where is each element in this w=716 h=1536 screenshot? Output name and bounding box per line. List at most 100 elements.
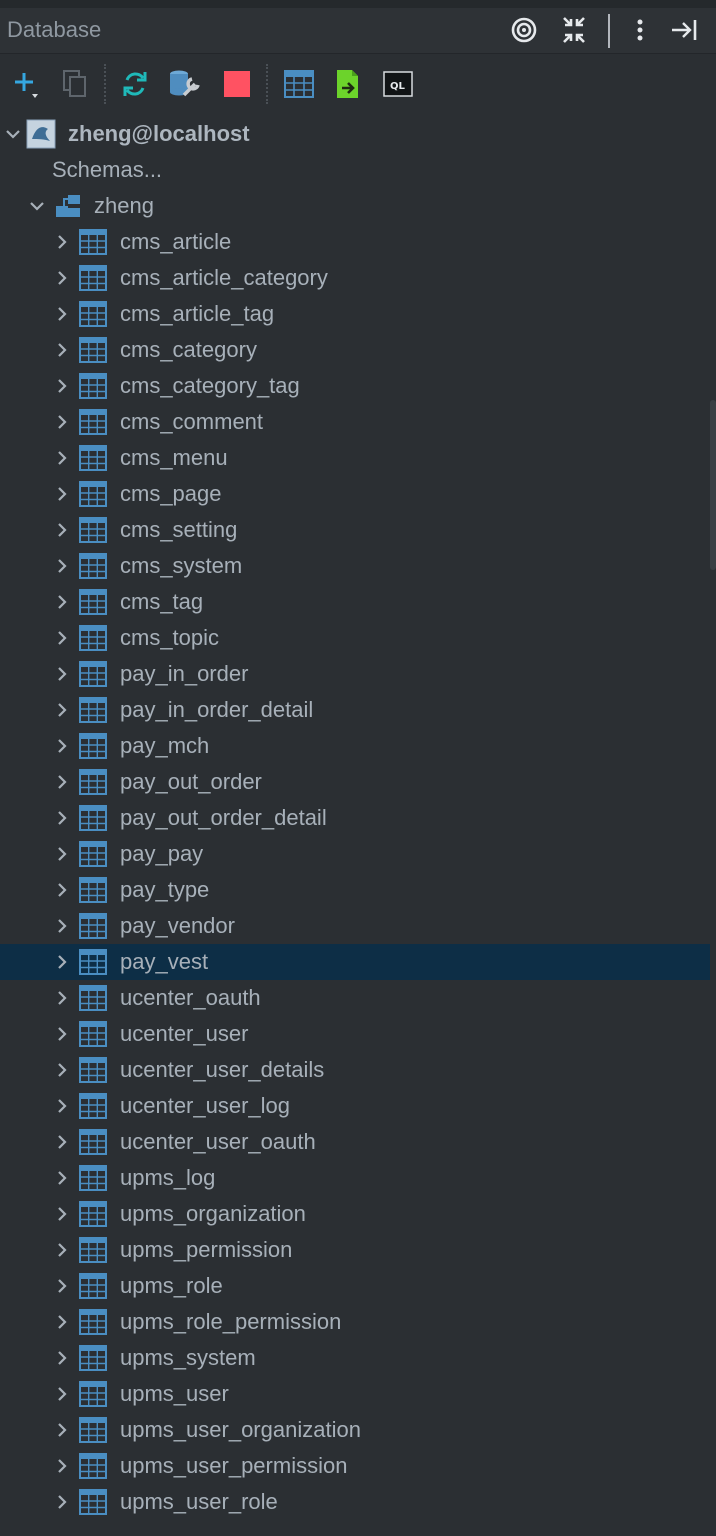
chevron-right-icon[interactable] xyxy=(53,1169,71,1187)
table-row[interactable]: ucenter_user_oauth xyxy=(0,1124,710,1160)
stop-icon[interactable] xyxy=(220,67,254,101)
chevron-right-icon[interactable] xyxy=(53,413,71,431)
hide-panel-icon[interactable] xyxy=(668,14,700,46)
table-row[interactable]: cms_comment xyxy=(0,404,710,440)
chevron-right-icon[interactable] xyxy=(53,629,71,647)
chevron-right-icon[interactable] xyxy=(53,845,71,863)
table-row[interactable]: upms_organization xyxy=(0,1196,710,1232)
duplicate-icon[interactable] xyxy=(58,67,92,101)
chevron-right-icon[interactable] xyxy=(53,953,71,971)
table-row[interactable]: ucenter_oauth xyxy=(0,980,710,1016)
table-row[interactable]: upms_role_permission xyxy=(0,1304,710,1340)
chevron-right-icon[interactable] xyxy=(53,557,71,575)
tree-row-schema[interactable]: zheng xyxy=(0,188,710,224)
tree-row-schemas[interactable]: Schemas... xyxy=(0,152,710,188)
add-icon[interactable] xyxy=(10,67,44,101)
chevron-right-icon[interactable] xyxy=(53,521,71,539)
table-view-icon[interactable] xyxy=(282,67,316,101)
properties-icon[interactable] xyxy=(166,67,200,101)
chevron-right-icon[interactable] xyxy=(53,809,71,827)
chevron-right-icon[interactable] xyxy=(53,1313,71,1331)
table-row[interactable]: upms_permission xyxy=(0,1232,710,1268)
chevron-down-icon[interactable] xyxy=(28,197,46,215)
table-row[interactable]: pay_out_order_detail xyxy=(0,800,710,836)
table-row[interactable]: pay_in_order xyxy=(0,656,710,692)
table-icon xyxy=(79,1381,107,1407)
chevron-right-icon[interactable] xyxy=(53,1277,71,1295)
table-row[interactable]: cms_topic xyxy=(0,620,710,656)
table-icon xyxy=(79,1057,107,1083)
table-row[interactable]: upms_system xyxy=(0,1340,710,1376)
collapse-icon[interactable] xyxy=(558,14,590,46)
table-row[interactable]: upms_log xyxy=(0,1160,710,1196)
chevron-right-icon[interactable] xyxy=(53,773,71,791)
table-row[interactable]: upms_role xyxy=(0,1268,710,1304)
table-icon xyxy=(79,949,107,975)
title-bar-divider xyxy=(608,14,610,48)
chevron-right-icon[interactable] xyxy=(53,1349,71,1367)
chevron-right-icon[interactable] xyxy=(53,1097,71,1115)
schemas-label: Schemas... xyxy=(52,157,163,182)
table-row[interactable]: pay_vendor xyxy=(0,908,710,944)
table-row[interactable]: pay_type xyxy=(0,872,710,908)
table-row[interactable]: cms_article xyxy=(0,224,710,260)
chevron-right-icon[interactable] xyxy=(53,881,71,899)
chevron-right-icon[interactable] xyxy=(53,1421,71,1439)
table-row[interactable]: ucenter_user_details xyxy=(0,1052,710,1088)
table-row[interactable]: upms_user_role xyxy=(0,1484,710,1520)
chevron-right-icon[interactable] xyxy=(53,449,71,467)
table-row[interactable]: upms_user xyxy=(0,1376,710,1412)
refresh-icon[interactable] xyxy=(118,67,152,101)
chevron-right-icon[interactable] xyxy=(53,737,71,755)
chevron-right-icon[interactable] xyxy=(53,1457,71,1475)
console-icon[interactable]: QL xyxy=(381,67,415,101)
table-row[interactable]: cms_setting xyxy=(0,512,710,548)
chevron-right-icon[interactable] xyxy=(53,593,71,611)
table-row[interactable]: cms_article_category xyxy=(0,260,710,296)
table-icon xyxy=(79,1201,107,1227)
table-row[interactable]: pay_out_order xyxy=(0,764,710,800)
scrollbar[interactable] xyxy=(710,400,716,570)
table-row[interactable]: cms_category_tag xyxy=(0,368,710,404)
chevron-right-icon[interactable] xyxy=(53,1025,71,1043)
table-row[interactable]: ucenter_user_log xyxy=(0,1088,710,1124)
table-row[interactable]: cms_category xyxy=(0,332,710,368)
target-icon[interactable] xyxy=(508,14,540,46)
table-row[interactable]: cms_menu xyxy=(0,440,710,476)
table-name: upms_user_permission xyxy=(120,1453,348,1478)
table-row[interactable]: cms_article_tag xyxy=(0,296,710,332)
table-row[interactable]: cms_tag xyxy=(0,584,710,620)
chevron-right-icon[interactable] xyxy=(53,1061,71,1079)
tree-row-host[interactable]: zheng@localhost xyxy=(0,116,710,152)
chevron-down-icon[interactable] xyxy=(4,125,22,143)
chevron-right-icon[interactable] xyxy=(53,1133,71,1151)
jump-to-source-icon[interactable] xyxy=(330,67,364,101)
chevron-right-icon[interactable] xyxy=(53,485,71,503)
chevron-right-icon[interactable] xyxy=(53,269,71,287)
chevron-right-icon[interactable] xyxy=(53,917,71,935)
table-icon xyxy=(79,1093,107,1119)
chevron-right-icon[interactable] xyxy=(53,665,71,683)
table-row[interactable]: ucenter_user xyxy=(0,1016,710,1052)
table-row[interactable]: pay_pay xyxy=(0,836,710,872)
table-row[interactable]: pay_vest xyxy=(0,944,710,980)
chevron-right-icon[interactable] xyxy=(53,1205,71,1223)
chevron-right-icon[interactable] xyxy=(53,1241,71,1259)
table-row[interactable]: upms_user_permission xyxy=(0,1448,710,1484)
chevron-right-icon[interactable] xyxy=(53,233,71,251)
table-icon xyxy=(79,697,107,723)
more-vertical-icon[interactable] xyxy=(624,14,656,46)
table-row[interactable]: cms_page xyxy=(0,476,710,512)
table-row[interactable]: cms_system xyxy=(0,548,710,584)
table-name: ucenter_oauth xyxy=(120,985,261,1010)
chevron-right-icon[interactable] xyxy=(53,377,71,395)
table-row[interactable]: pay_mch xyxy=(0,728,710,764)
chevron-right-icon[interactable] xyxy=(53,1493,71,1511)
chevron-right-icon[interactable] xyxy=(53,701,71,719)
table-row[interactable]: pay_in_order_detail xyxy=(0,692,710,728)
table-row[interactable]: upms_user_organization xyxy=(0,1412,710,1448)
chevron-right-icon[interactable] xyxy=(53,989,71,1007)
chevron-right-icon[interactable] xyxy=(53,341,71,359)
chevron-right-icon[interactable] xyxy=(53,1385,71,1403)
chevron-right-icon[interactable] xyxy=(53,305,71,323)
